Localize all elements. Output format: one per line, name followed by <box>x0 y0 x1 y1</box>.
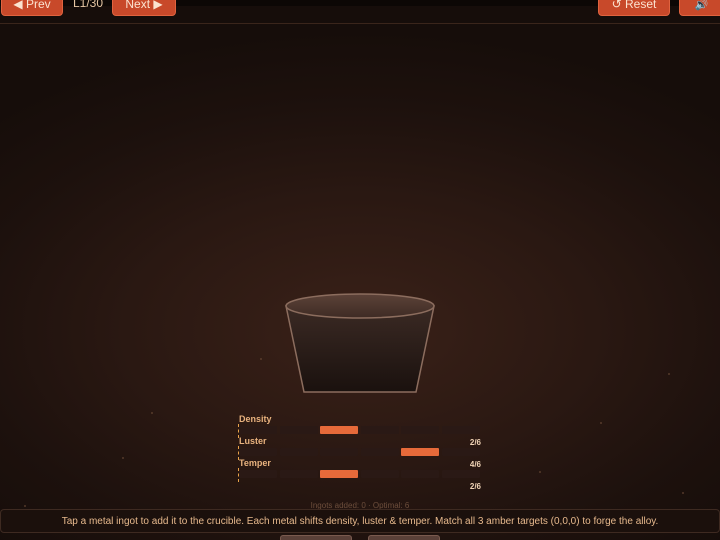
level-indicator: L1/30 <box>73 0 104 10</box>
density-meter <box>238 426 480 434</box>
meter-segment <box>360 426 399 434</box>
meter-segment <box>239 470 277 478</box>
density-value: 2/6 <box>469 438 481 447</box>
meter-segment <box>360 470 399 478</box>
meter-segment <box>279 426 318 434</box>
prev-level-button[interactable]: ◀ Prev <box>1 0 63 16</box>
reset-button[interactable]: ↺ Reset <box>598 0 670 16</box>
speaker-icon: 🔊 <box>694 0 709 11</box>
ember-speck <box>260 358 262 360</box>
ember-speck <box>151 412 153 414</box>
luster-meter <box>238 448 480 456</box>
meter-level-segment <box>320 426 359 434</box>
instruction-bar: Tap a metal ingot to add it to the cruci… <box>0 509 720 533</box>
meter-segment <box>279 470 318 478</box>
luster-value: 4/6 <box>469 460 481 469</box>
alloy-meters: Density 2/6 Luster 4/6 Temper 2/6 <box>238 413 483 493</box>
meter-segment <box>239 448 277 456</box>
crucible[interactable] <box>280 288 440 398</box>
sound-toggle-button[interactable]: 🔊 <box>679 0 720 16</box>
temper-meter <box>238 470 480 478</box>
meter-level-segment <box>401 448 440 456</box>
ingot-button[interactable] <box>368 535 440 540</box>
meter-level-segment <box>320 470 359 478</box>
density-label: Density <box>239 414 272 424</box>
meter-segment <box>239 426 277 434</box>
ember-speck <box>682 492 684 494</box>
meter-segment <box>360 448 399 456</box>
meter-segment <box>442 426 480 434</box>
meter-segment <box>320 448 359 456</box>
temper-label: Temper <box>239 458 271 468</box>
meter-segment <box>442 470 480 478</box>
ember-speck <box>668 373 670 375</box>
meter-segment <box>401 426 440 434</box>
temper-value: 2/6 <box>469 482 481 491</box>
ember-speck <box>539 471 541 473</box>
luster-label: Luster <box>239 436 267 446</box>
meter-segment <box>279 448 318 456</box>
meter-segment <box>442 448 480 456</box>
next-level-button[interactable]: Next ▶ <box>112 0 176 16</box>
toolbar-divider <box>0 23 720 24</box>
ember-speck <box>122 457 124 459</box>
ingot-button[interactable] <box>280 535 352 540</box>
ember-speck <box>600 422 602 424</box>
meter-segment <box>401 470 440 478</box>
